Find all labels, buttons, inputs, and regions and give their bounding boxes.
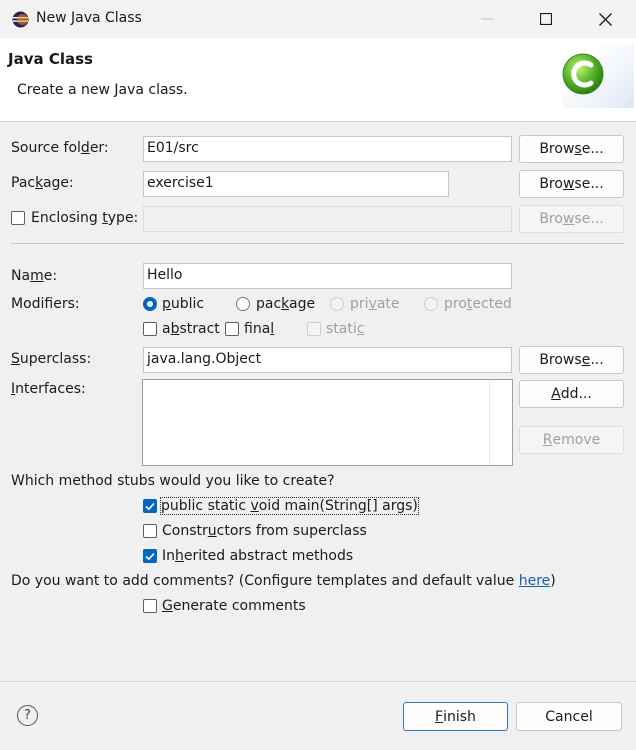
generate-comments-checkbox[interactable]: [143, 599, 157, 613]
enclosing-type-label: Enclosing type:: [31, 210, 139, 226]
footer-divider: [0, 681, 636, 682]
close-icon: [598, 12, 612, 26]
name-label: Name:: [11, 268, 58, 284]
superclass-field[interactable]: java.lang.Object: [143, 347, 512, 373]
source-folder-browse-button[interactable]: Brow s e...: [519, 135, 624, 163]
wizard-title: Java Class: [8, 50, 93, 68]
eclipse-app-icon: [12, 11, 29, 28]
method-stubs-question: Which method stubs would you like to cre…: [11, 473, 335, 489]
comments-question: Do you want to add comments? (Configure …: [11, 573, 556, 589]
section-divider: [11, 243, 624, 244]
help-button[interactable]: ?: [17, 705, 38, 726]
modifier-private-radio: [330, 297, 344, 311]
wizard-banner: Java Class Create a new Java class.: [0, 38, 636, 122]
minimize-icon: [481, 18, 493, 20]
stub-main-checkbox[interactable]: [143, 499, 157, 513]
enclosing-type-checkbox[interactable]: [11, 211, 25, 225]
modifier-public-radio[interactable]: [143, 297, 157, 311]
stub-constructors-checkbox[interactable]: [143, 524, 157, 538]
finish-button[interactable]: Finish: [403, 702, 508, 731]
stub-main-label: public static void main(String[] args): [160, 497, 419, 515]
close-button[interactable]: [576, 0, 634, 38]
source-folder-field[interactable]: E01/src: [143, 136, 512, 162]
modifier-protected-radio: [424, 297, 438, 311]
modifier-final-checkbox[interactable]: [225, 322, 239, 336]
wizard-description: Create a new Java class.: [17, 82, 188, 98]
interfaces-label: Interfaces:: [11, 381, 86, 397]
stub-inherited-label: Inherited abstract methods: [162, 548, 354, 564]
superclass-browse-button[interactable]: Brows e...: [519, 346, 624, 374]
modifier-private-label: private: [350, 296, 400, 312]
superclass-label: Superclass:: [11, 351, 92, 367]
configure-templates-link[interactable]: here: [519, 573, 551, 589]
cancel-button[interactable]: Cancel: [516, 702, 622, 731]
new-class-wizard-icon: [562, 44, 634, 108]
package-label: Package:: [11, 175, 74, 191]
stub-constructors-label: Constructors from superclass: [162, 523, 367, 539]
source-folder-label: Source folder:: [11, 140, 109, 156]
interfaces-add-button[interactable]: Add...: [519, 380, 624, 408]
modifier-package-label: package: [256, 296, 316, 312]
interfaces-list-scrollbar-track[interactable]: [489, 380, 490, 465]
package-field[interactable]: exercise1: [143, 171, 449, 197]
enclosing-type-field: [143, 206, 512, 232]
title-bar: New Java Class: [0, 0, 636, 38]
modifier-final-label: final: [244, 321, 275, 337]
checkmark-icon: [145, 502, 155, 510]
minimize-button[interactable]: [458, 0, 516, 38]
modifier-static-checkbox: [307, 322, 321, 336]
interfaces-remove-button: Remove: [519, 426, 624, 454]
modifier-static-label: static: [326, 321, 365, 337]
checkmark-icon: [145, 552, 155, 560]
modifier-protected-label: protected: [444, 296, 512, 312]
enclosing-type-browse-button: Bro w se...: [519, 205, 624, 233]
interfaces-list[interactable]: [142, 379, 513, 466]
modifier-package-radio[interactable]: [236, 297, 250, 311]
generate-comments-label: Generate comments: [162, 598, 306, 614]
maximize-button[interactable]: [517, 0, 575, 38]
maximize-icon: [540, 13, 552, 25]
help-icon: ?: [24, 708, 31, 723]
modifier-abstract-checkbox[interactable]: [143, 322, 157, 336]
modifier-abstract-label: abstract: [162, 321, 220, 337]
package-browse-button[interactable]: Bro w se...: [519, 170, 624, 198]
modifiers-label: Modifiers:: [11, 296, 80, 312]
name-field[interactable]: Hello: [143, 263, 512, 289]
modifier-public-label: public: [162, 296, 205, 312]
stub-inherited-checkbox[interactable]: [143, 549, 157, 563]
window-title: New Java Class: [36, 10, 142, 26]
